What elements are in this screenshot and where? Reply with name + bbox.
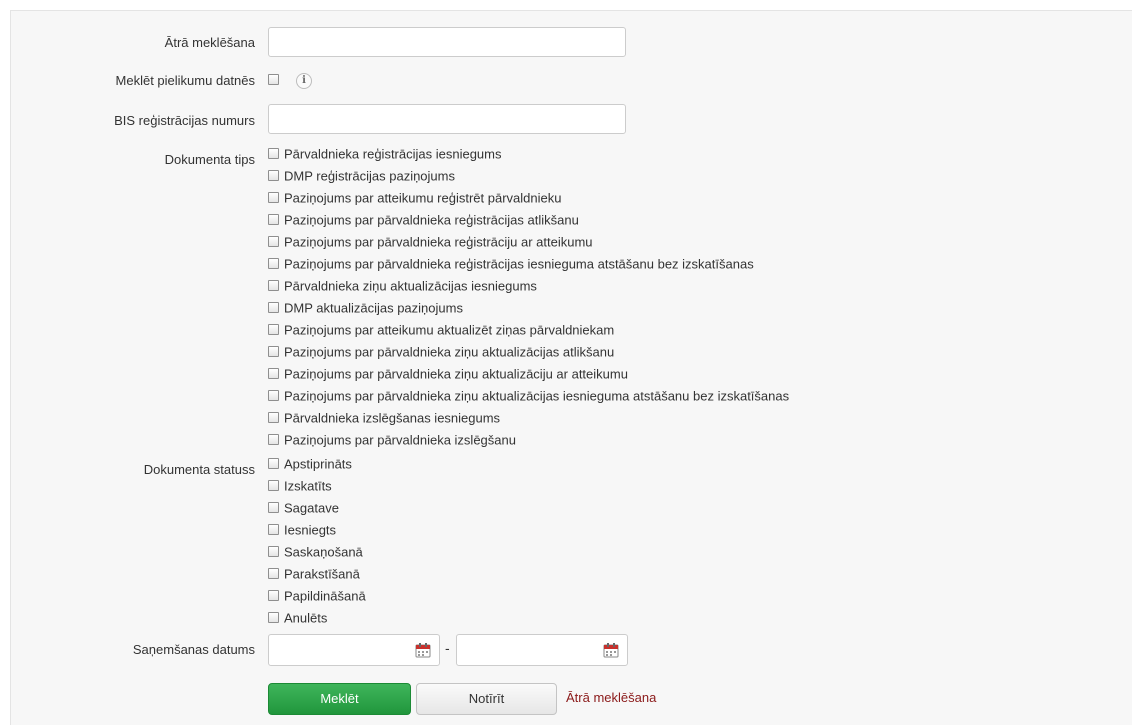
bis-number-input[interactable]: [268, 104, 626, 134]
doc-status-option[interactable]: Sagatave: [268, 497, 366, 519]
received-date-label: Saņemšanas datums: [132, 642, 255, 657]
option-label: Sagatave: [284, 500, 339, 516]
option-label: Paziņojums par atteikumu reģistrēt pārva…: [284, 190, 562, 206]
doc-status-option[interactable]: Papildināšanā: [268, 585, 366, 607]
doc-type-option[interactable]: Paziņojums par pārvaldnieka ziņu aktuali…: [268, 341, 789, 363]
doc-type-option[interactable]: Paziņojums par atteikumu reģistrēt pārva…: [268, 187, 789, 209]
quick-search-label: Ātrā meklēšana: [164, 35, 255, 50]
doc-status-option[interactable]: Iesniegts: [268, 519, 366, 541]
checkbox[interactable]: [268, 502, 279, 514]
checkbox[interactable]: [268, 324, 279, 336]
doc-status-label: Dokumenta statuss: [143, 462, 255, 477]
checkbox[interactable]: [268, 302, 279, 314]
option-label: Parakstīšanā: [284, 566, 360, 582]
checkbox[interactable]: [268, 346, 279, 358]
option-label: Paziņojums par pārvaldnieka izslēgšanu: [284, 432, 516, 448]
date-from-input[interactable]: [268, 634, 440, 666]
option-label: Izskatīts: [284, 478, 332, 494]
checkbox[interactable]: [268, 258, 279, 270]
doc-status-option[interactable]: Izskatīts: [268, 475, 366, 497]
bis-number-label: BIS reģistrācijas numurs: [114, 113, 255, 128]
checkbox[interactable]: [268, 524, 279, 536]
checkbox[interactable]: [268, 458, 279, 470]
checkbox[interactable]: [268, 170, 279, 182]
checkbox[interactable]: [268, 148, 279, 160]
option-label: Paziņojums par pārvaldnieka reģistrācija…: [284, 256, 754, 272]
calendar-icon[interactable]: [415, 642, 431, 658]
doc-status-option[interactable]: Anulēts: [268, 607, 366, 629]
option-label: Saskaņošanā: [284, 544, 363, 560]
search-attachments-label: Meklēt pielikumu datnēs: [115, 73, 255, 88]
doc-status-option[interactable]: Parakstīšanā: [268, 563, 366, 585]
doc-type-option[interactable]: DMP reģistrācijas paziņojums: [268, 165, 789, 187]
option-label: Paziņojums par pārvaldnieka ziņu aktuali…: [284, 344, 615, 360]
doc-type-option[interactable]: Paziņojums par pārvaldnieka reģistrācija…: [268, 209, 789, 231]
doc-type-option[interactable]: Paziņojums par atteikumu aktualizēt ziņa…: [268, 319, 789, 341]
option-label: DMP reģistrācijas paziņojums: [284, 168, 455, 184]
option-label: Paziņojums par pārvaldnieka ziņu aktuali…: [284, 366, 628, 382]
checkbox[interactable]: [268, 480, 279, 492]
doc-type-option[interactable]: Paziņojums par pārvaldnieka reģistrāciju…: [268, 231, 789, 253]
option-label: Iesniegts: [284, 522, 337, 538]
doc-status-options: Apstiprināts Izskatīts Sagatave Iesniegt…: [268, 453, 366, 629]
option-label: Paziņojums par pārvaldnieka reģistrācija…: [284, 212, 579, 228]
doc-status-option[interactable]: Apstiprināts: [268, 453, 366, 475]
checkbox[interactable]: [268, 236, 279, 248]
option-label: Pārvaldnieka ziņu aktualizācijas iesnieg…: [284, 278, 537, 294]
checkbox[interactable]: [268, 192, 279, 204]
date-to-input[interactable]: [456, 634, 628, 666]
option-label: Pārvaldnieka reģistrācijas iesniegums: [284, 146, 502, 162]
checkbox[interactable]: [268, 280, 279, 292]
checkbox[interactable]: [268, 568, 279, 580]
doc-type-label: Dokumenta tips: [164, 152, 255, 167]
doc-type-option[interactable]: DMP aktualizācijas paziņojums: [268, 297, 789, 319]
doc-type-option[interactable]: Paziņojums par pārvaldnieka ziņu aktuali…: [268, 363, 789, 385]
checkbox[interactable]: [268, 412, 279, 424]
checkbox[interactable]: [268, 368, 279, 380]
doc-type-option[interactable]: Paziņojums par pārvaldnieka ziņu aktuali…: [268, 385, 789, 407]
clear-button[interactable]: Notīrīt: [416, 683, 557, 715]
option-label: Paziņojums par pārvaldnieka ziņu aktuali…: [284, 388, 790, 404]
option-label: Paziņojums par pārvaldnieka reģistrāciju…: [284, 234, 593, 250]
date-range-separator: -: [445, 640, 450, 656]
doc-status-option[interactable]: Saskaņošanā: [268, 541, 366, 563]
doc-type-options: Pārvaldnieka reģistrācijas iesniegums DM…: [268, 143, 789, 451]
checkbox[interactable]: [268, 214, 279, 226]
search-button[interactable]: Meklēt: [268, 683, 411, 715]
doc-type-option[interactable]: Paziņojums par pārvaldnieka izslēgšanu: [268, 429, 789, 451]
checkbox[interactable]: [268, 546, 279, 558]
checkbox[interactable]: [268, 590, 279, 602]
option-label: Papildināšanā: [284, 588, 366, 604]
search-attachments-checkbox[interactable]: [268, 74, 279, 85]
doc-type-option[interactable]: Paziņojums par pārvaldnieka reģistrācija…: [268, 253, 789, 275]
doc-type-option[interactable]: Pārvaldnieka ziņu aktualizācijas iesnieg…: [268, 275, 789, 297]
option-label: Apstiprināts: [284, 456, 352, 472]
doc-type-option[interactable]: Pārvaldnieka izslēgšanas iesniegums: [268, 407, 789, 429]
option-label: Pārvaldnieka izslēgšanas iesniegums: [284, 410, 501, 426]
info-icon[interactable]: i: [296, 73, 312, 89]
checkbox[interactable]: [268, 612, 279, 624]
doc-type-option[interactable]: Pārvaldnieka reģistrācijas iesniegums: [268, 143, 789, 165]
option-label: Anulēts: [284, 610, 328, 626]
checkbox[interactable]: [268, 434, 279, 446]
checkbox[interactable]: [268, 390, 279, 402]
option-label: DMP aktualizācijas paziņojums: [284, 300, 463, 316]
option-label: Paziņojums par atteikumu aktualizēt ziņa…: [284, 322, 615, 338]
calendar-icon[interactable]: [603, 642, 619, 658]
quick-search-link[interactable]: Ātrā meklēšana: [566, 690, 656, 705]
quick-search-input[interactable]: [268, 27, 626, 57]
